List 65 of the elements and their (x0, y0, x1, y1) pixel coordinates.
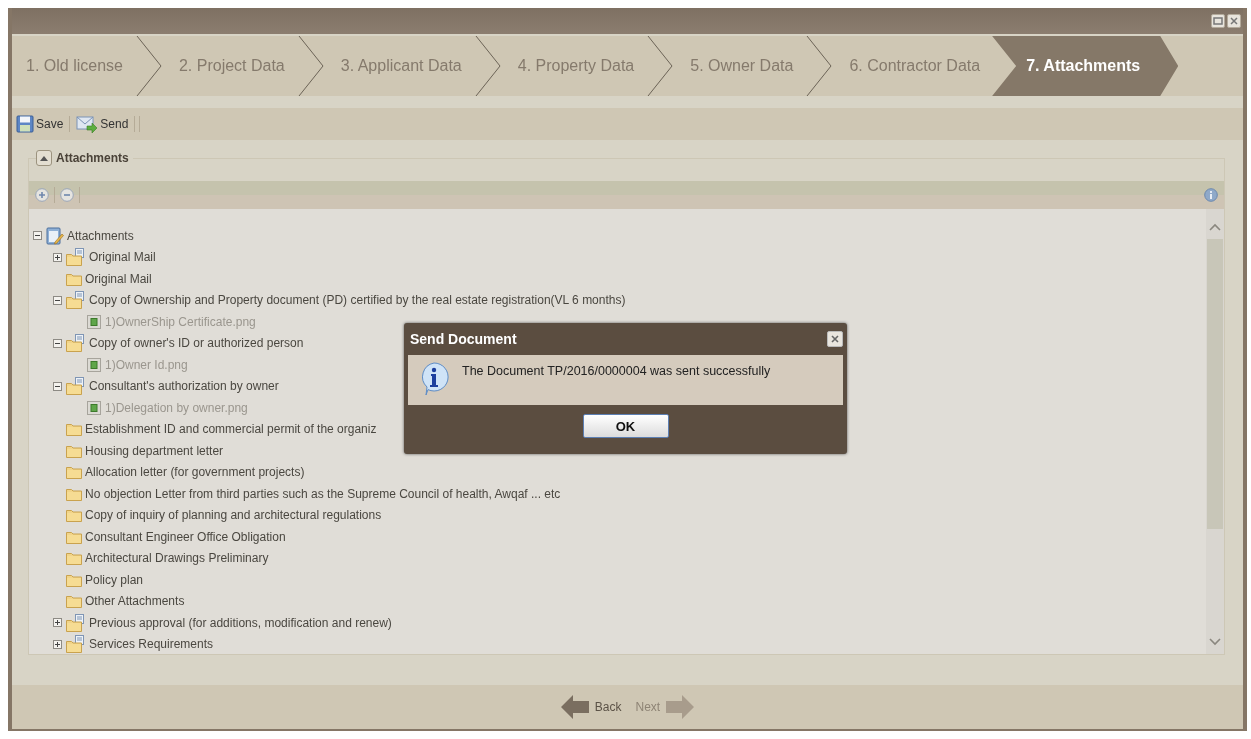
info-icon[interactable] (1204, 188, 1218, 202)
tree-node-label[interactable]: Original Mail (84, 271, 152, 286)
folder-icon (66, 572, 82, 587)
dialog-title: Send Document (409, 331, 517, 347)
tree-node-label[interactable]: Allocation letter (for government projects) (84, 465, 305, 480)
image-file-icon (86, 313, 102, 330)
tree-node-label[interactable]: Establishment ID and commercial permit of the organiz (84, 422, 377, 437)
tree-node-label[interactable]: No objection Letter from third parties such as the Supreme Council of health, Awqaf ... etc (84, 486, 561, 501)
folder-icon (66, 486, 82, 501)
folder-icon (66, 508, 82, 523)
tree-node-label[interactable]: Policy plan (84, 572, 144, 587)
panel-title: Attachments (56, 151, 129, 165)
scrollbar[interactable] (1206, 209, 1224, 654)
right-arrow-icon (666, 695, 695, 719)
tree-node-label[interactable]: Architectural Drawings Preliminary (84, 551, 269, 566)
caret-icon (40, 155, 48, 161)
tree-node-label[interactable]: Attachments (66, 228, 134, 243)
tree-node-label[interactable]: Consultant's authorization by owner (88, 379, 279, 394)
folder-with-document-icon (66, 635, 86, 654)
expand-toggle-icon[interactable] (53, 639, 62, 649)
maximize-icon[interactable] (1211, 14, 1225, 28)
folder-with-document-icon (66, 334, 86, 353)
folder-with-document-icon (66, 377, 86, 396)
close-icon[interactable] (1227, 14, 1241, 28)
folder-with-document-icon (66, 291, 86, 310)
tree-node-label[interactable]: Other Attachments (84, 594, 185, 609)
collapse-toggle-icon[interactable] (33, 231, 42, 241)
scroll-up-icon[interactable] (1209, 223, 1221, 231)
folder-icon (66, 529, 82, 544)
tree-node-label[interactable]: Housing department letter (84, 443, 224, 458)
left-arrow-icon (560, 695, 589, 719)
dialog-message: The Document TP/2016/0000004 was sent successfully (462, 363, 771, 378)
save-button[interactable]: Save (14, 115, 66, 133)
back-button[interactable]: Back (560, 695, 622, 719)
ok-button[interactable]: OK (582, 414, 669, 438)
tree-node-label[interactable]: Previous approval (for additions, modification and renew) (88, 615, 392, 630)
expand-toggle-icon[interactable] (53, 618, 62, 628)
folder-icon (66, 551, 82, 566)
collapse-toggle-icon[interactable] (53, 381, 62, 391)
collapse-toggle-icon[interactable] (53, 338, 62, 348)
folder-icon (66, 594, 82, 609)
folder-icon (66, 465, 82, 480)
folder-icon (66, 271, 82, 286)
expand-toggle-icon[interactable] (53, 252, 62, 262)
folder-with-document-icon (66, 613, 86, 632)
collapse-button[interactable] (36, 150, 52, 166)
wizard-step[interactable]: 7. Attachments (992, 36, 1179, 96)
tree-node-label[interactable]: Services Requirements (88, 637, 214, 652)
send-button[interactable]: Send (74, 115, 131, 133)
tree-node-label[interactable]: Copy of inquiry of planning and architectural regulations (84, 508, 382, 523)
image-file-icon (86, 356, 102, 373)
folder-icon (66, 443, 82, 458)
tree-node-label[interactable]: Original Mail (88, 250, 156, 265)
tree-node-label[interactable]: Consultant Engineer Office Obligation (84, 529, 286, 544)
folder-icon (66, 422, 82, 437)
scroll-thumb[interactable] (1207, 239, 1223, 529)
tree-node-label[interactable]: Copy of owner's ID or authorized person (88, 336, 304, 351)
image-file-icon (86, 399, 102, 416)
envelope-arrow-icon (76, 115, 99, 133)
folder-with-document-icon (66, 248, 86, 267)
notepad-icon (46, 226, 64, 245)
scroll-down-icon[interactable] (1209, 638, 1221, 646)
close-icon[interactable] (827, 331, 843, 347)
tree-node-label[interactable]: Copy of Ownership and Property document (PD) certified by the real estate registration(VL 6 months) (88, 293, 626, 308)
collapse-toggle-icon[interactable] (53, 295, 62, 305)
